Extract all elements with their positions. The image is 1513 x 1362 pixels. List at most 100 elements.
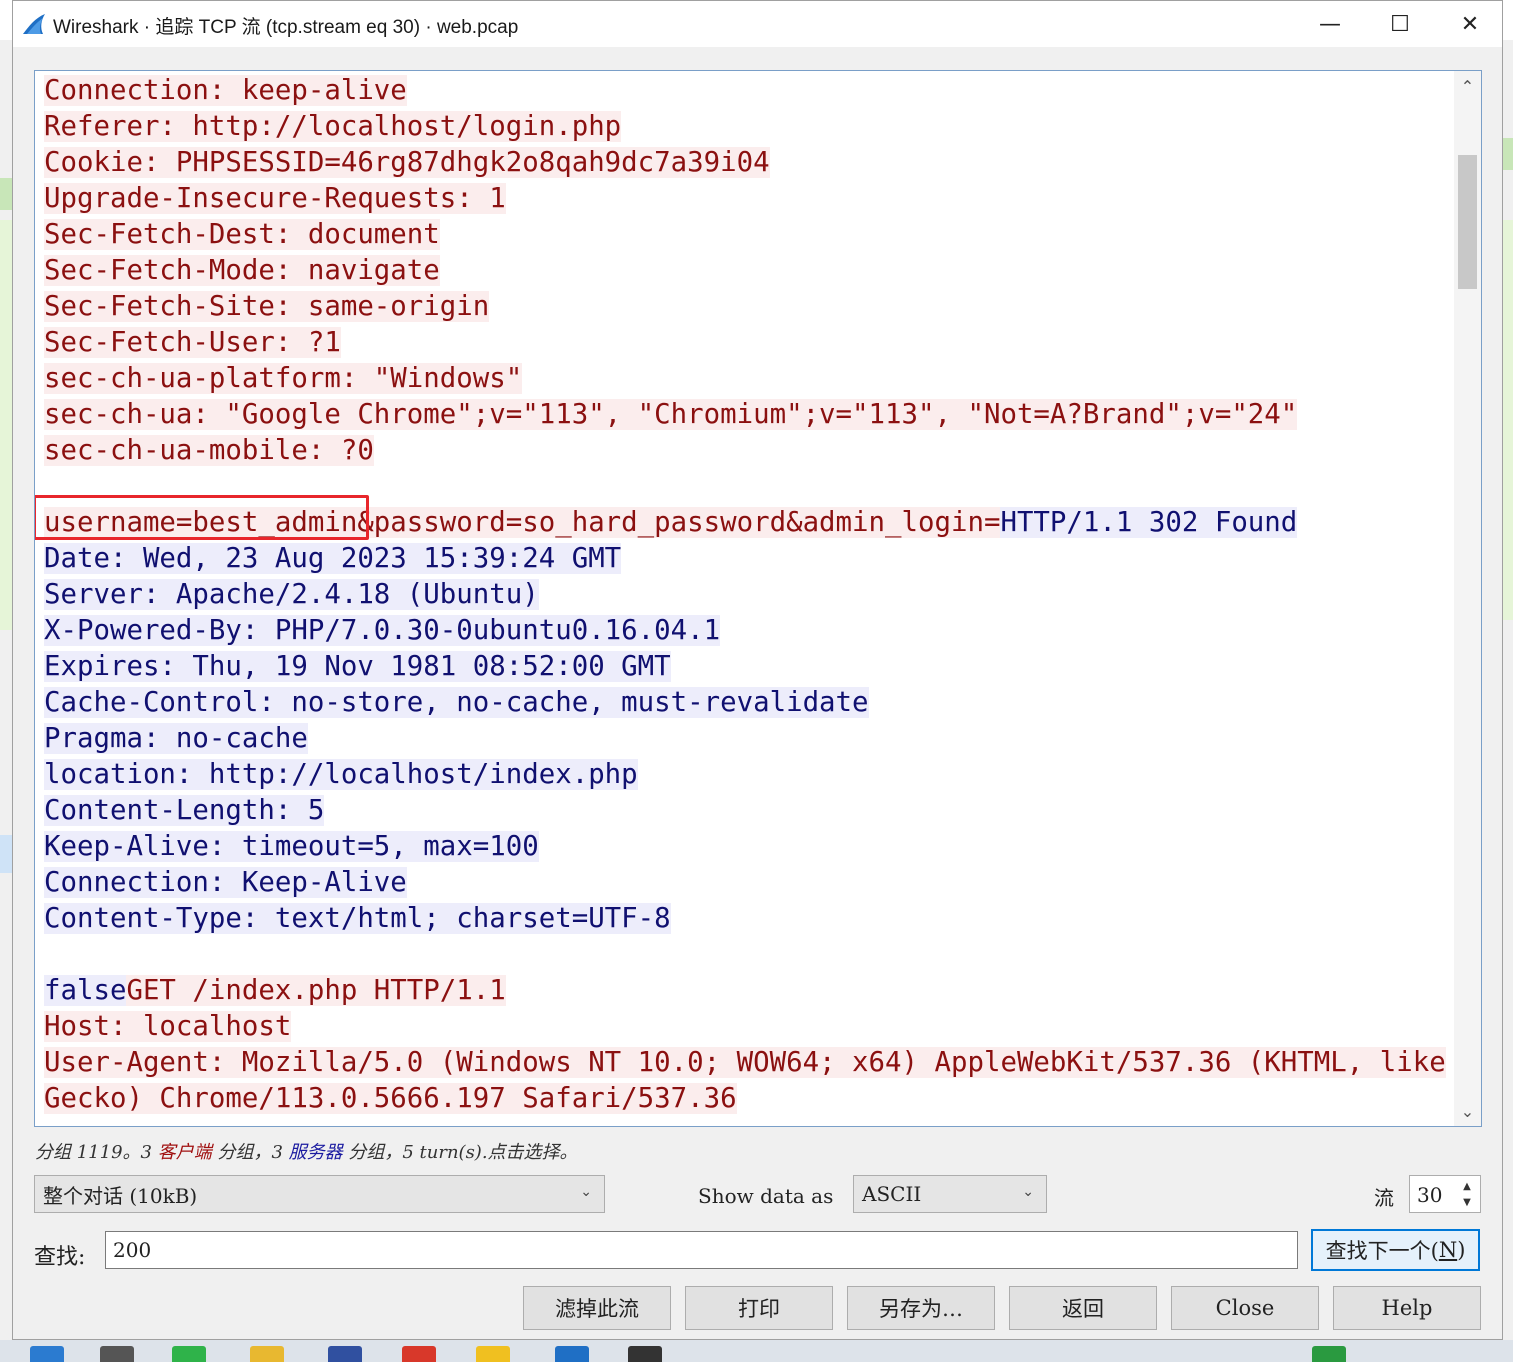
stream-line: Expires: Thu, 19 Nov 1981 08:52:00 GMT: [44, 649, 1449, 685]
show-data-as-select[interactable]: ASCII ⌄: [853, 1175, 1047, 1213]
client-text: Sec-Fetch-User: ?1: [44, 327, 341, 358]
stream-line: Pragma: no-cache: [44, 721, 1449, 757]
maximize-button[interactable]: ☐: [1365, 1, 1435, 47]
print-button[interactable]: 打印: [685, 1286, 833, 1330]
close-window-button[interactable]: ✕: [1435, 1, 1505, 47]
follow-tcp-stream-window: Wireshark · 追踪 TCP 流 (tcp.stream eq 30) …: [12, 0, 1503, 1340]
stream-line: Connection: Keep-Alive: [44, 865, 1449, 901]
taskbar-app-icon[interactable]: [100, 1346, 134, 1362]
stream-line: Referer: http://localhost/login.php: [44, 109, 1449, 145]
wireshark-fin-icon: [23, 14, 45, 34]
taskbar-app-icon[interactable]: [402, 1346, 436, 1362]
taskbar-app-icon[interactable]: [555, 1346, 589, 1362]
save-as-button[interactable]: 另存为…: [847, 1286, 995, 1330]
server-label: 服务器: [288, 1142, 343, 1163]
packet-summary-status[interactable]: 分组 1119。3 客户端 分组，3 服务器 分组，5 turn(s).点击选择…: [35, 1138, 578, 1164]
client-text: Sec-Fetch-Mode: navigate: [44, 255, 440, 286]
server-text: Expires: Thu, 19 Nov 1981 08:52:00 GMT: [44, 651, 671, 682]
spin-up-icon[interactable]: ▲: [1456, 1178, 1478, 1194]
stream-line: [44, 937, 1449, 973]
stream-line: sec-ch-ua: "Google Chrome";v="113", "Chr…: [44, 397, 1449, 433]
stream-line: sec-ch-ua-mobile: ?0: [44, 433, 1449, 469]
taskbar-app-icon[interactable]: [328, 1346, 362, 1362]
background-app-left: [0, 40, 12, 1340]
client-text: sec-ch-ua-mobile: ?0: [44, 435, 374, 466]
spin-down-icon[interactable]: ▼: [1456, 1194, 1478, 1210]
client-text: Host: localhost: [44, 1011, 292, 1042]
stream-line: Sec-Fetch-Dest: document: [44, 217, 1449, 253]
stream-content-area[interactable]: Connection: keep-alive Referer: http://lo…: [34, 70, 1482, 1127]
server-text: Server: Apache/2.4.18 (Ubuntu): [44, 579, 539, 610]
back-button[interactable]: 返回: [1009, 1286, 1157, 1330]
client-text: Upgrade-Insecure-Requests: 1: [44, 183, 506, 214]
minimize-button[interactable]: —: [1295, 1, 1365, 47]
client-text: sec-ch-ua: "Google Chrome";v="113", "Chr…: [44, 399, 1298, 430]
client-label: 客户端: [157, 1142, 212, 1163]
server-text: X-Powered-By: PHP/7.0.30-0ubuntu0.16.04.…: [44, 615, 721, 646]
stream-line: Cookie: PHPSESSID=46rg87dhgk2o8qah9dc7a3…: [44, 145, 1449, 181]
filter-out-stream-button[interactable]: 滤掉此流: [523, 1286, 671, 1330]
server-text: location: http://localhost/index.php: [44, 759, 638, 790]
client-text: Cookie: PHPSESSID=46rg87dhgk2o8qah9dc7a3…: [44, 147, 770, 178]
stream-number-label: 流: [1374, 1186, 1394, 1210]
help-button[interactable]: Help: [1333, 1286, 1481, 1330]
stream-line: Sec-Fetch-Site: same-origin: [44, 289, 1449, 325]
stream-line: falseGET /index.php HTTP/1.1: [44, 973, 1449, 1009]
server-text: Content-Type: text/html; charset=UTF-8: [44, 903, 671, 934]
client-text: GET /index.php HTTP/1.1: [126, 975, 506, 1006]
client-text: Gecko) Chrome/113.0.5666.197 Safari/537.…: [44, 1083, 737, 1114]
scroll-down-icon[interactable]: ⌄: [1454, 1096, 1481, 1126]
stream-line: location: http://localhost/index.php: [44, 757, 1449, 793]
stream-line: Sec-Fetch-User: ?1: [44, 325, 1449, 361]
maximize-icon: ☐: [1390, 11, 1410, 37]
client-text: Referer: http://localhost/login.php: [44, 111, 622, 142]
scroll-thumb[interactable]: [1458, 155, 1477, 289]
credentials-highlight-box: [35, 495, 369, 540]
show-data-as-label: Show data as: [698, 1184, 834, 1208]
server-text: false: [44, 975, 127, 1006]
close-icon: ✕: [1460, 11, 1480, 37]
window-title: Wireshark · 追踪 TCP 流 (tcp.stream eq 30) …: [53, 17, 519, 38]
conversation-select[interactable]: 整个对话 (10kB) ⌄: [34, 1175, 605, 1213]
status-text: 分组 1119。3: [35, 1142, 158, 1163]
conversation-select-value: 整个对话 (10kB): [43, 1183, 198, 1208]
taskbar-app-icon[interactable]: [250, 1346, 284, 1362]
stream-line: Server: Apache/2.4.18 (Ubuntu): [44, 577, 1449, 613]
status-text: 分组，5 turn(s).点击选择。: [342, 1142, 578, 1163]
taskbar-app-icon[interactable]: [30, 1346, 64, 1362]
stream-line: Content-Length: 5: [44, 793, 1449, 829]
stream-number-spinbox[interactable]: 30 ▲ ▼: [1409, 1175, 1481, 1213]
stream-line: Date: Wed, 23 Aug 2023 15:39:24 GMT: [44, 541, 1449, 577]
scroll-up-icon[interactable]: ⌃: [1454, 71, 1481, 101]
stream-line: Host: localhost: [44, 1009, 1449, 1045]
client-text: Sec-Fetch-Site: same-origin: [44, 291, 490, 322]
find-input[interactable]: 200: [105, 1231, 1298, 1269]
stream-text[interactable]: Connection: keep-alive Referer: http://lo…: [44, 73, 1449, 1117]
taskbar-app-icon[interactable]: [476, 1346, 510, 1362]
chevron-down-icon: ⌄: [580, 1184, 592, 1200]
find-label: 查找:: [34, 1245, 86, 1270]
title-bar[interactable]: Wireshark · 追踪 TCP 流 (tcp.stream eq 30) …: [13, 1, 1502, 47]
vertical-scrollbar[interactable]: ⌃ ⌄: [1454, 71, 1481, 1126]
close-button[interactable]: Close: [1171, 1286, 1319, 1330]
show-data-as-value: ASCII: [862, 1182, 922, 1206]
client-text: User-Agent: Mozilla/5.0 (Windows NT 10.0…: [44, 1047, 1446, 1078]
find-next-label-end: ): [1457, 1238, 1466, 1262]
client-text: Connection: keep-alive: [44, 75, 407, 106]
minimize-icon: —: [1319, 11, 1341, 37]
taskbar-app-icon[interactable]: [628, 1346, 662, 1362]
status-text: 分组，3: [211, 1142, 289, 1163]
client-text: sec-ch-ua-platform: "Windows": [44, 363, 523, 394]
client-text: Sec-Fetch-Dest: document: [44, 219, 440, 250]
chevron-down-icon: ⌄: [1022, 1184, 1034, 1200]
stream-line: Content-Type: text/html; charset=UTF-8: [44, 901, 1449, 937]
taskbar-app-icon[interactable]: [1312, 1346, 1346, 1362]
stream-line: Connection: keep-alive: [44, 73, 1449, 109]
taskbar-app-icon[interactable]: [172, 1346, 206, 1362]
stream-line: Cache-Control: no-store, no-cache, must-…: [44, 685, 1449, 721]
server-text: Cache-Control: no-store, no-cache, must-…: [44, 687, 869, 718]
server-text: Keep-Alive: timeout=5, max=100: [44, 831, 539, 862]
find-next-button[interactable]: 查找下一个(N): [1311, 1229, 1480, 1271]
find-next-label: 查找下一个(: [1325, 1239, 1439, 1263]
server-text: Date: Wed, 23 Aug 2023 15:39:24 GMT: [44, 543, 622, 574]
